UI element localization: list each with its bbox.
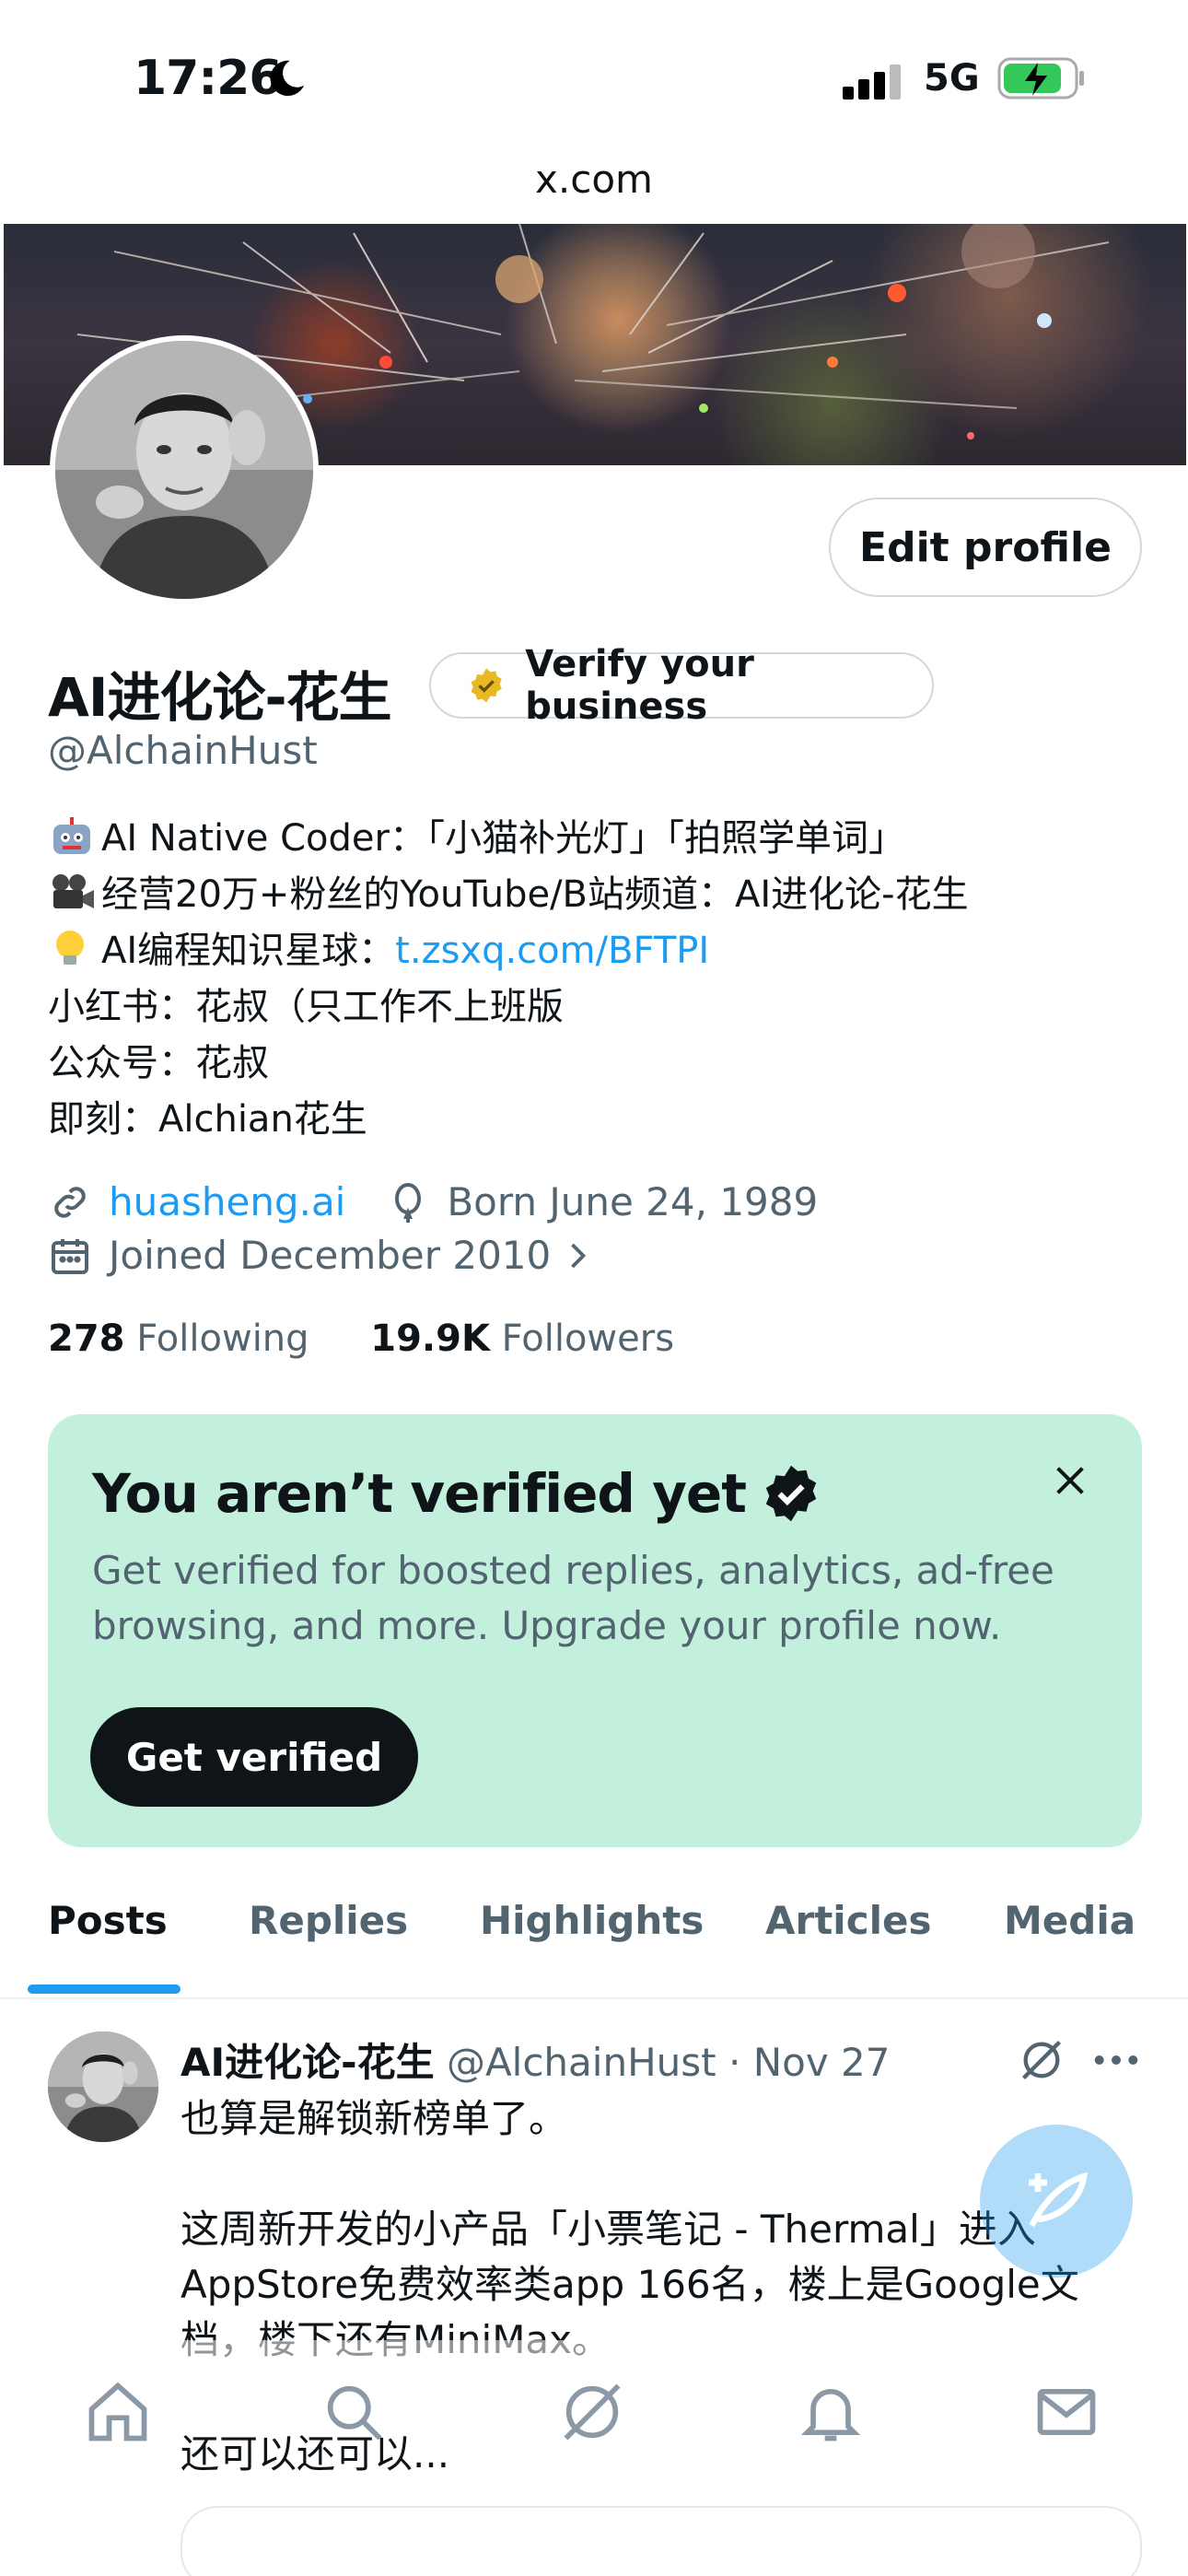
feather-plus-icon	[1029, 2172, 1089, 2228]
profile-meta-row-1: huasheng.ai Born June 24, 1989	[48, 1179, 818, 1224]
followers-link[interactable]: 19.9K Followers	[370, 1317, 674, 1360]
status-time: 17:26	[134, 51, 283, 106]
post-author-handle[interactable]: @AlchainHust	[447, 2040, 716, 2085]
following-link[interactable]: 278 Following	[48, 1317, 309, 1360]
link-icon	[54, 1186, 86, 1218]
follow-stats: 278 Following 19.9K Followers	[48, 1317, 674, 1360]
bio-link[interactable]: t.zsxq.com/BFTPI	[395, 930, 709, 972]
followers-label: Followers	[501, 1317, 675, 1360]
post-header: AI进化论-花生 @AlchainHust · Nov 27	[181, 2032, 890, 2088]
post-separator: ·	[728, 2040, 741, 2085]
profile-meta-row-2[interactable]: Joined December 2010	[48, 1233, 610, 1278]
bio-line: AI Native Coder：「小猫补光灯」「拍照学单词」	[48, 811, 1153, 867]
signal-icon	[843, 64, 901, 100]
following-count: 278	[48, 1317, 125, 1360]
tab-replies[interactable]: Replies	[249, 1898, 408, 1943]
more-options-icon[interactable]	[1093, 2042, 1139, 2078]
gold-badge-icon	[471, 668, 502, 703]
bio-line: AI编程知识星球：t.zsxq.com/BFTPI	[48, 923, 1153, 979]
chevron-right-icon	[571, 1243, 587, 1268]
verify-business-button[interactable]: Verify your business	[429, 643, 934, 728]
profile-tabs: Posts Replies Highlights Articles Media	[0, 1879, 1188, 1999]
verified-badge-icon	[765, 1465, 817, 1522]
tab-articles[interactable]: Articles	[765, 1898, 931, 1943]
calendar-icon	[52, 1238, 88, 1274]
balloon-icon	[395, 1182, 422, 1223]
post-avatar-photo	[48, 2032, 158, 2142]
compose-post-button[interactable]	[980, 2125, 1133, 2277]
post-avatar[interactable]	[48, 2032, 158, 2142]
mail-icon[interactable]	[1031, 2377, 1101, 2447]
network-label: 5G	[924, 57, 980, 100]
light-bulb-emoji-icon	[56, 931, 84, 965]
moon-icon	[270, 60, 305, 97]
bio-line-2: 经营20万+粉丝的YouTube/B站频道：AI进化论-花生	[101, 873, 969, 916]
bottom-sheet-edge	[181, 2506, 1142, 2576]
tab-posts[interactable]: Posts	[48, 1898, 168, 1943]
movie-camera-emoji-icon	[52, 874, 94, 908]
grok-nav-icon[interactable]	[557, 2377, 627, 2447]
verification-card-description: Get verified for boosted replies, analyt…	[92, 1548, 1054, 1648]
tab-media[interactable]: Media	[1004, 1898, 1136, 1943]
get-verified-button[interactable]: Get verified	[90, 1707, 418, 1807]
post-line-3: 还可以还可以...	[181, 2431, 450, 2476]
active-tab-indicator	[28, 1985, 181, 1994]
avatar-photo	[55, 341, 313, 599]
joined-date: Joined December 2010	[109, 1233, 552, 1278]
profile-bio: AI Native Coder：「小猫补光灯」「拍照学单词」 经营20万+粉丝的…	[48, 811, 1153, 1148]
bio-line-3-prefix: AI编程知识星球：	[101, 930, 396, 972]
status-bar: 17:26 5G	[0, 0, 1188, 157]
verify-business-label: Verify your business	[525, 643, 754, 728]
profile-name: AI进化论-花生	[48, 666, 392, 729]
card-title-text: You aren’t verified yet	[92, 1462, 747, 1525]
verification-card: You aren’t verified yet Get verified for…	[48, 1414, 1142, 1847]
bell-icon[interactable]	[796, 2377, 866, 2447]
post-date[interactable]: Nov 27	[753, 2040, 891, 2085]
tab-highlights[interactable]: Highlights	[480, 1898, 704, 1943]
website-link[interactable]: huasheng.ai	[109, 1179, 345, 1224]
bio-line-5: 公众号：花叔	[48, 1042, 269, 1084]
browser-url[interactable]: x.com	[0, 157, 1188, 202]
profile-avatar[interactable]	[50, 335, 319, 604]
verification-card-title: You aren’t verified yet	[92, 1462, 821, 1525]
bio-line-6: 即刻：Alchian花生	[48, 1098, 367, 1141]
followers-count: 19.9K	[370, 1317, 490, 1360]
robot-emoji-icon	[53, 817, 90, 854]
profile-handle: @AlchainHust	[48, 728, 318, 773]
battery-charging-icon	[997, 57, 1084, 100]
bio-line-1: AI Native Coder：「小猫补光灯」「拍照学单词」	[101, 817, 905, 860]
post-line-1: 也算是解锁新榜单了。	[181, 2096, 568, 2141]
home-icon[interactable]	[83, 2377, 153, 2447]
bio-line-4: 小红书：花叔（只工作不上班版	[48, 986, 564, 1028]
bio-line: 经营20万+粉丝的YouTube/B站频道：AI进化论-花生	[48, 867, 1153, 923]
close-icon[interactable]	[1052, 1462, 1089, 1499]
edit-profile-button[interactable]: Edit profile	[829, 498, 1142, 597]
grok-icon[interactable]	[1018, 2036, 1066, 2084]
post-author-name[interactable]: AI进化论-花生	[181, 2040, 435, 2085]
following-label: Following	[136, 1317, 309, 1360]
born-date: Born June 24, 1989	[447, 1179, 819, 1224]
